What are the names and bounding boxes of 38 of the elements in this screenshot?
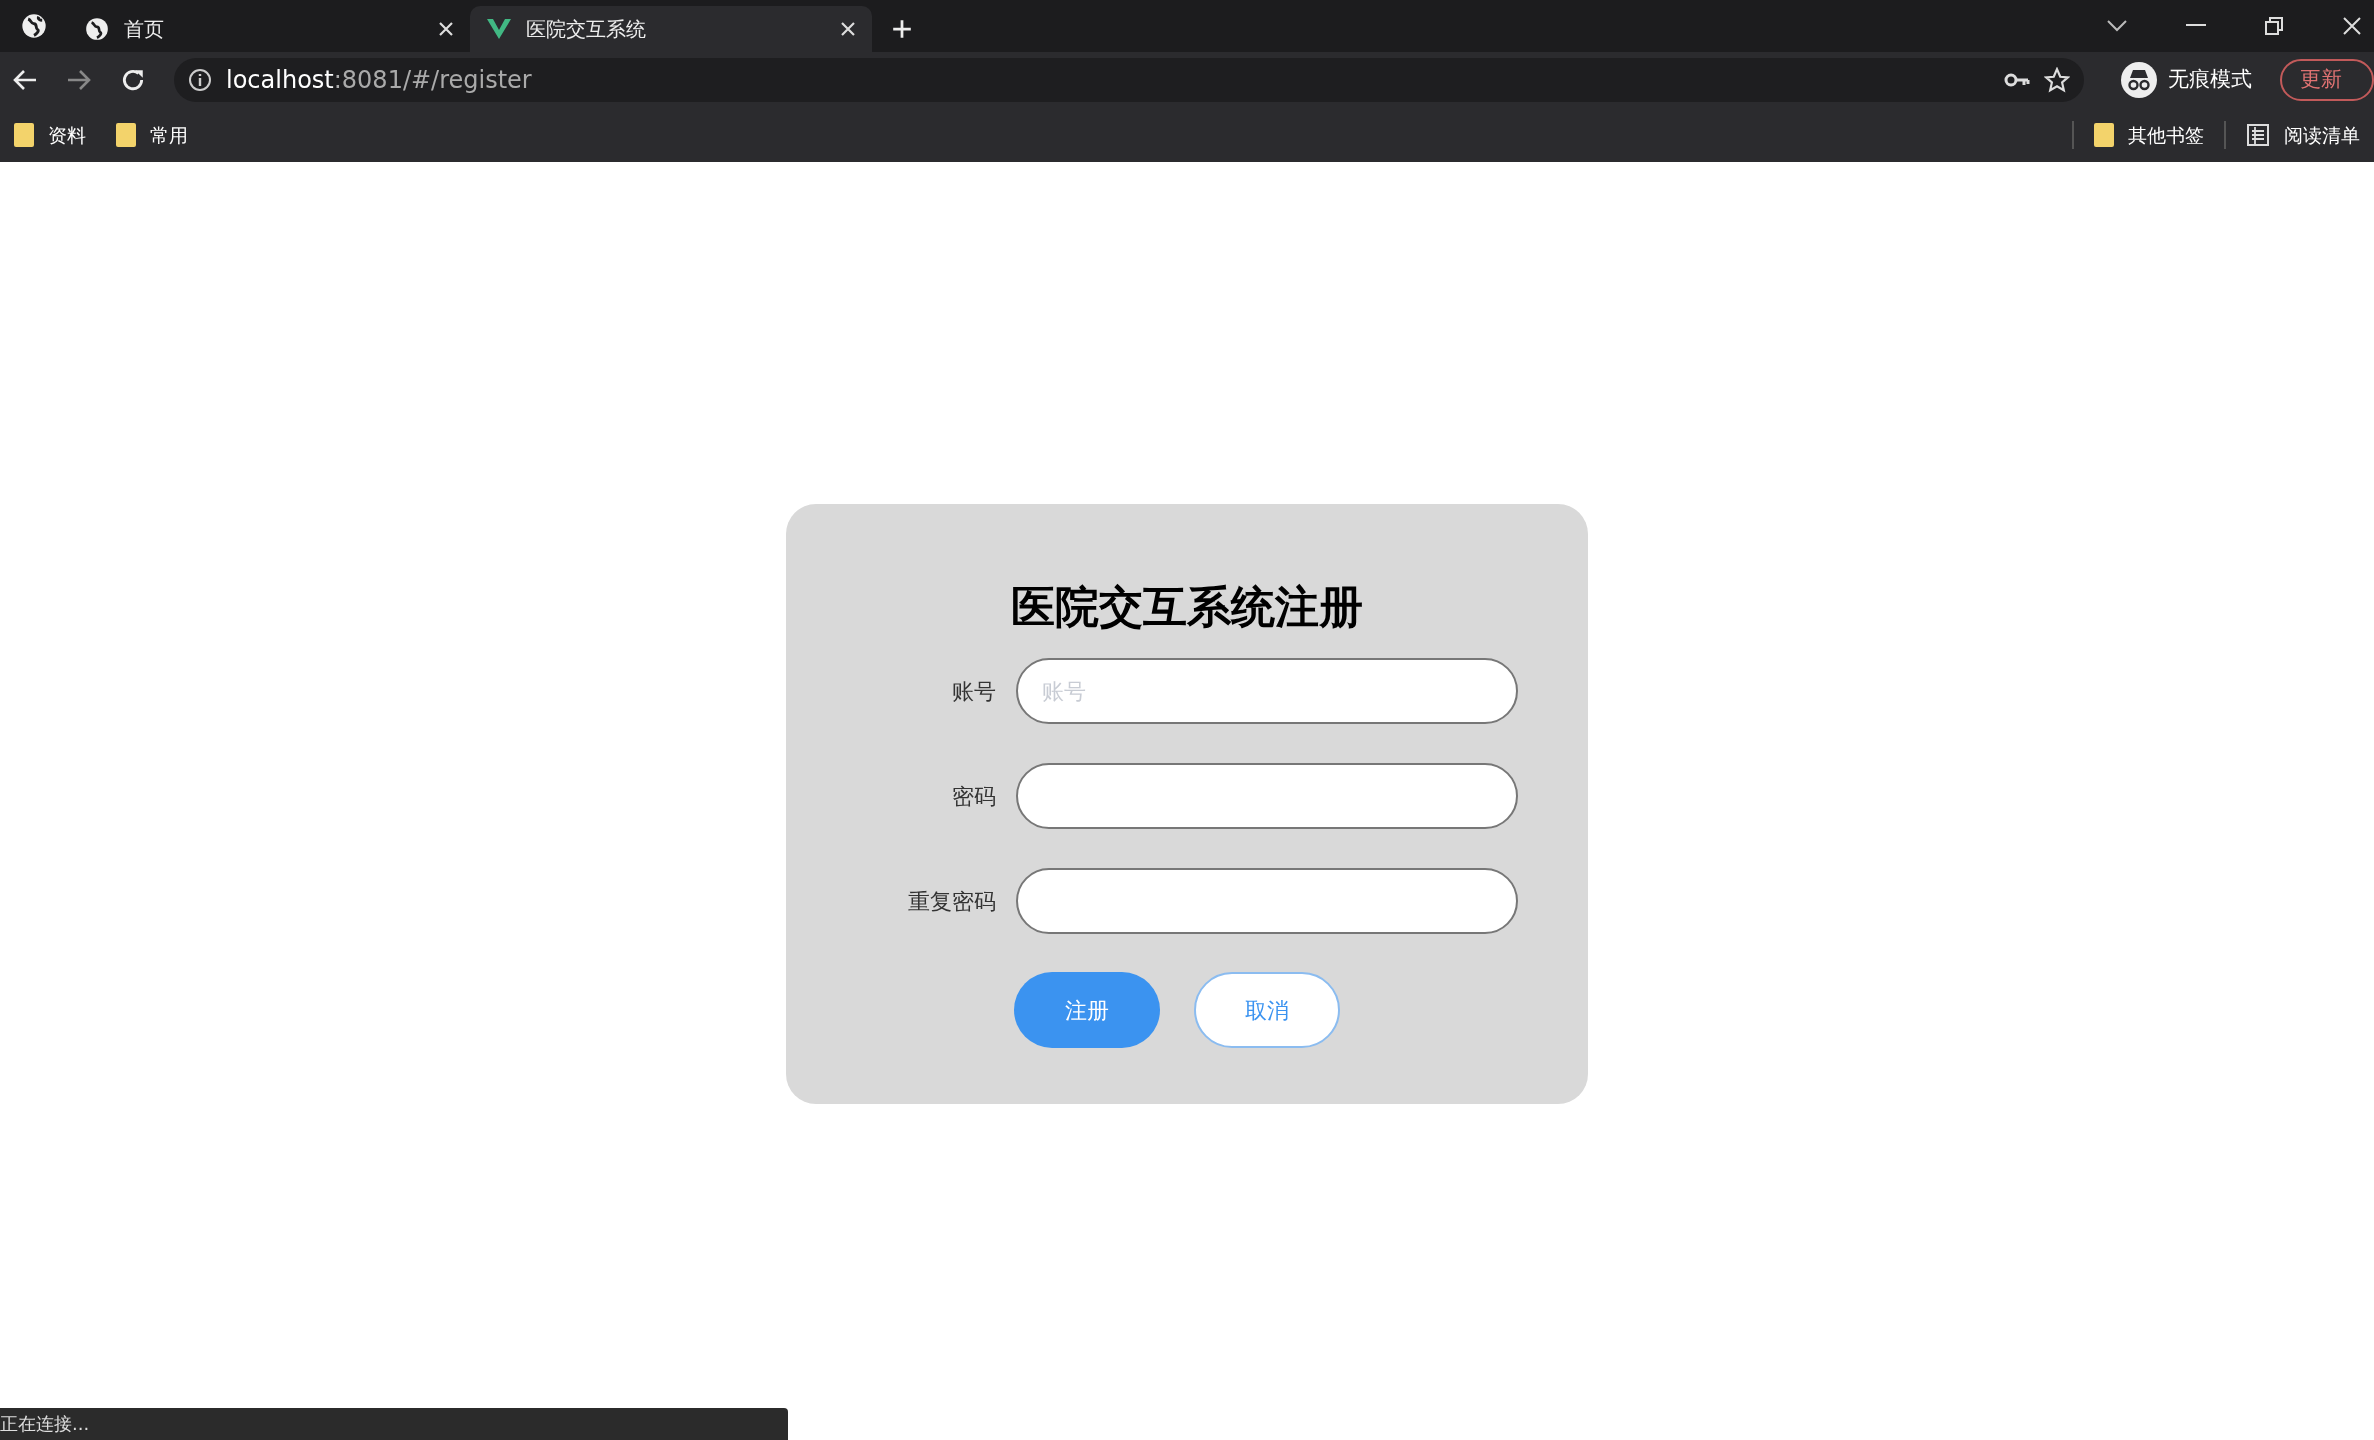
v-logo-icon	[486, 18, 512, 40]
restore-icon[interactable]	[2264, 16, 2284, 36]
minimize-icon[interactable]	[2186, 24, 2206, 28]
folder-icon	[2094, 123, 2114, 147]
field-label: 账号	[951, 677, 997, 706]
info-icon[interactable]	[188, 68, 212, 92]
back-icon[interactable]	[12, 68, 38, 92]
bookmark-folder[interactable]: 其他书签	[2094, 120, 2204, 150]
forward-icon[interactable]	[66, 68, 92, 92]
folder-icon	[14, 123, 34, 147]
incognito-icon[interactable]	[2120, 61, 2158, 99]
form-title: 医院交互系统注册	[1011, 580, 1363, 634]
field-label: 重复密码	[907, 887, 997, 916]
folder-icon	[116, 123, 136, 147]
close-icon[interactable]	[438, 21, 454, 37]
address-bar[interactable]: localhost:8081/#/register	[174, 58, 2084, 102]
tab-title: 医院交互系统	[526, 16, 647, 43]
status-bar: 正在连接...	[0, 1408, 788, 1440]
star-icon[interactable]	[2044, 67, 2070, 93]
list-icon	[2246, 123, 2270, 147]
incognito-label[interactable]: 无痕模式	[2168, 64, 2252, 96]
globe-icon[interactable]	[20, 12, 48, 40]
bookmark-folder[interactable]: 资料	[14, 120, 86, 150]
update-button[interactable]: 更新	[2280, 59, 2374, 101]
bookmark-folder[interactable]: 常用	[116, 120, 188, 150]
browser-tab[interactable]: 医院交互系统	[470, 6, 872, 52]
tab-title: 首页	[124, 16, 165, 43]
new-tab-icon[interactable]	[891, 18, 913, 40]
close-icon[interactable]	[840, 21, 856, 37]
browser-tab[interactable]: 首页	[68, 6, 470, 52]
url-text: localhost:8081/#/register	[226, 65, 532, 96]
chevron-down-icon[interactable]	[2106, 19, 2128, 33]
reload-icon[interactable]	[120, 67, 146, 93]
globe-icon	[84, 16, 110, 42]
key-icon[interactable]	[2004, 72, 2030, 88]
reading-list[interactable]: 阅读清单	[2246, 120, 2360, 150]
field-label: 密码	[951, 782, 997, 811]
close-icon[interactable]	[2342, 16, 2362, 36]
